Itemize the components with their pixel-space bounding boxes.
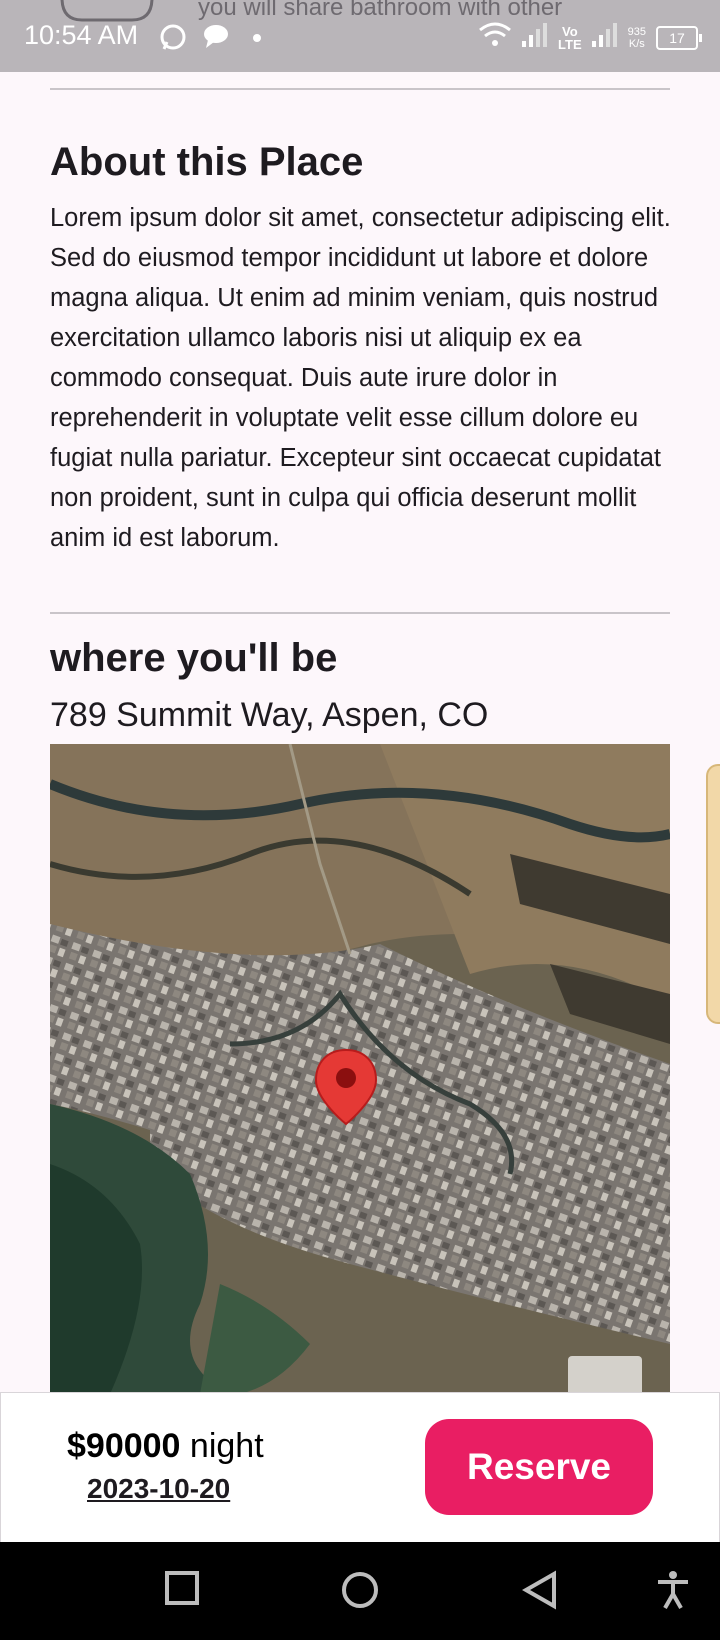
- price-value: $90000: [67, 1427, 181, 1465]
- battery-icon: 17: [656, 25, 702, 50]
- signal-2-icon: [591, 23, 618, 52]
- circle-icon[interactable]: [340, 1570, 380, 1615]
- volte-indicator: Vo LTE: [558, 23, 582, 52]
- reserve-bar: $90000 night 2023-10-20 Reserve: [0, 1392, 720, 1544]
- price-unit: night: [189, 1427, 264, 1465]
- location-map[interactable]: [50, 744, 670, 1394]
- chat-bubble-icon: [202, 22, 230, 55]
- reserve-button[interactable]: Reserve: [425, 1419, 653, 1515]
- network-speed: 935 K/s: [627, 25, 646, 50]
- about-title: About this Place: [50, 140, 364, 184]
- status-bar: you will share bathroom with other 10:54…: [0, 0, 720, 72]
- accessibility-icon[interactable]: [656, 1570, 690, 1615]
- square-icon[interactable]: [164, 1570, 200, 1611]
- about-body: Lorem ipsum dolor sit amet, consectetur …: [50, 204, 671, 552]
- system-nav-bar: [0, 1542, 720, 1640]
- dot-icon: [252, 30, 262, 48]
- top-divider: [50, 88, 670, 90]
- price-line: $90000 night: [67, 1427, 264, 1466]
- location-title: where you'll be: [50, 636, 338, 680]
- satellite-map-image: [50, 744, 670, 1394]
- location-address: 789 Summit Way, Aspen, CO: [50, 696, 489, 734]
- triangle-back-icon[interactable]: [521, 1570, 558, 1615]
- reservation-date-link[interactable]: 2023-10-20: [87, 1473, 230, 1505]
- scrollbar-thumb[interactable]: [706, 764, 720, 1024]
- signal-icon: [522, 23, 548, 52]
- peek-text: you will share bathroom with other: [198, 0, 563, 21]
- section-divider: [50, 612, 670, 614]
- status-time: 10:54 AM: [24, 20, 139, 50]
- whatsapp-icon: [158, 22, 188, 57]
- wifi-icon: [478, 22, 512, 53]
